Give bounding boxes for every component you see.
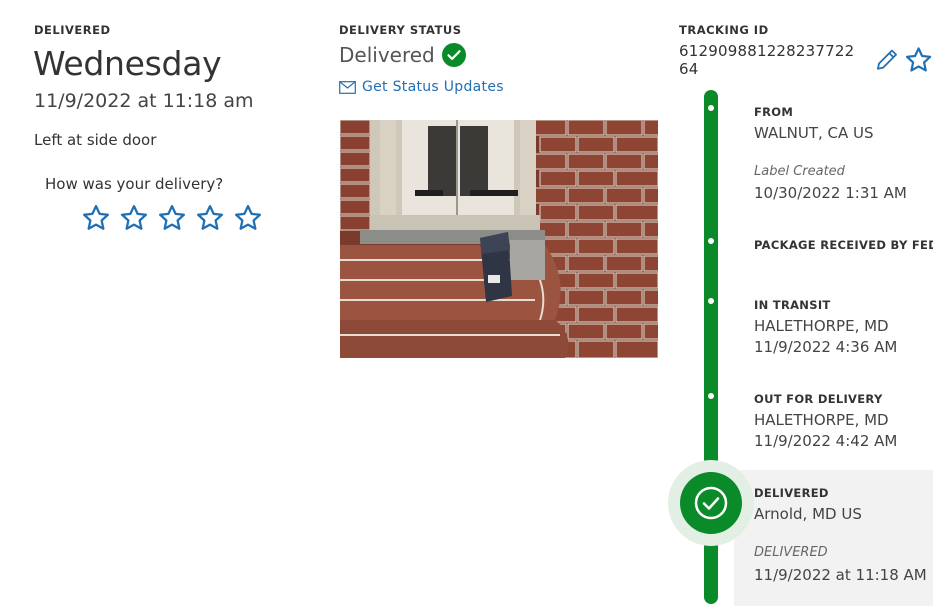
get-status-updates-link[interactable]: Get Status Updates: [339, 79, 504, 95]
delivered-marker: [680, 472, 742, 534]
timeline-dot: [708, 105, 714, 111]
star-outline-icon[interactable]: [80, 203, 112, 233]
pencil-icon[interactable]: [873, 46, 900, 74]
star-outline-icon[interactable]: [232, 203, 264, 233]
delivery-location-note: Left at side door: [34, 131, 157, 149]
get-status-updates-label[interactable]: Get Status Updates: [362, 79, 504, 95]
star-outline-icon[interactable]: [904, 45, 933, 75]
event-title-from: FROM: [754, 105, 794, 119]
event-datetime: 11/9/2022 4:42 AM: [754, 432, 898, 450]
event-title-out-for-delivery: OUT FOR DELIVERY: [754, 392, 883, 406]
event-status: DELIVERED: [754, 545, 828, 560]
delivery-status-label: DELIVERY STATUS: [339, 23, 462, 37]
event-datetime: 11/9/2022 4:36 AM: [754, 338, 898, 356]
tracking-id-label: TRACKING ID: [679, 23, 769, 37]
delivered-label: DELIVERED: [34, 23, 111, 37]
delivery-day: Wednesday: [33, 44, 222, 83]
delivery-status-value: Delivered: [339, 43, 435, 67]
event-location: WALNUT, CA US: [754, 124, 874, 142]
star-outline-icon[interactable]: [156, 203, 188, 233]
delivery-photo-image: [340, 120, 658, 358]
event-datetime: 10/30/2022 1:31 AM: [754, 184, 907, 202]
event-title-in-transit: IN TRANSIT: [754, 298, 831, 312]
timeline-dot: [708, 238, 714, 244]
event-location: HALETHORPE, MD: [754, 317, 889, 335]
proof-of-delivery-photo[interactable]: [340, 120, 658, 358]
delivery-status-row: Delivered: [339, 42, 467, 68]
check-circle-icon: [694, 486, 728, 520]
rating-question: How was your delivery?: [45, 175, 224, 193]
event-datetime: 11/9/2022 at 11:18 AM: [754, 566, 927, 584]
tracking-id-row: 612909881228237722​64: [679, 42, 933, 78]
rating-stars: [80, 203, 264, 233]
envelope-icon: [339, 80, 356, 94]
event-status: Label Created: [754, 164, 845, 179]
star-outline-icon[interactable]: [194, 203, 226, 233]
check-circle-icon: [441, 43, 466, 67]
event-title-delivered: DELIVERED: [754, 486, 829, 500]
star-outline-icon[interactable]: [118, 203, 150, 233]
event-title-received: PACKAGE RECEIVED BY FEDEX: [754, 238, 933, 252]
timeline-dot: [708, 298, 714, 304]
timeline-dot: [708, 393, 714, 399]
tracking-id-value: 612909881228237722​64: [679, 42, 855, 78]
event-location: Arnold, MD US: [754, 505, 862, 523]
event-location: HALETHORPE, MD: [754, 411, 889, 429]
delivery-datetime: 11/9/2022 at 11:18 am: [34, 90, 254, 112]
